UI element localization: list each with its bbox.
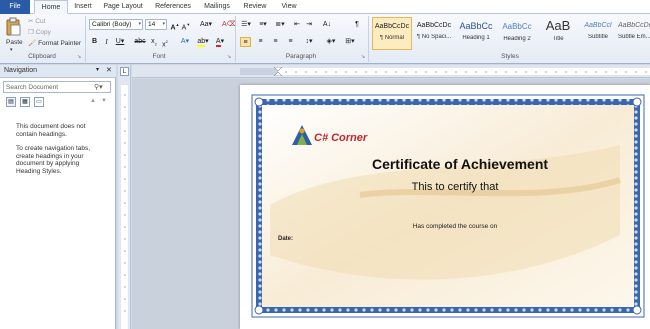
paragraph-launcher-icon[interactable]: ↘: [361, 54, 365, 60]
decrease-indent-button[interactable]: ⇤: [292, 20, 302, 30]
horizontal-ruler-ticks: [240, 67, 650, 76]
vertical-ruler[interactable]: L: [118, 65, 131, 329]
ribbon: Paste ▾ ✂ Cut ❐ Copy 🖌 Format Painter Cl…: [0, 14, 650, 64]
clipboard-launcher-icon[interactable]: ↘: [77, 54, 81, 60]
align-left-button[interactable]: ≡: [240, 37, 251, 47]
tab-page-layout[interactable]: Page Layout: [102, 0, 144, 14]
line-spacing-button[interactable]: ↕▾: [302, 37, 316, 47]
font-size-select[interactable]: 14 ▾: [145, 19, 167, 30]
sort-button[interactable]: A↓: [321, 20, 333, 30]
paragraph-group-label: Paragraph: [285, 53, 317, 60]
style-subtle-emphasis[interactable]: AaBbCcDc Subtle Em...: [618, 17, 650, 50]
chevron-down-icon: ▾: [162, 21, 165, 27]
style-title[interactable]: AaB Title: [538, 17, 578, 50]
underline-button[interactable]: U▾: [114, 37, 126, 47]
paste-icon: [6, 17, 21, 36]
navigation-header: Navigation ▾ ✕: [0, 65, 116, 78]
font-group-label: Font: [152, 53, 166, 60]
highlight-button[interactable]: ab▾: [196, 37, 210, 47]
tab-mailings[interactable]: Mailings: [202, 0, 232, 14]
justify-button[interactable]: ≡: [285, 37, 296, 47]
change-case-button[interactable]: Aa▾: [199, 20, 213, 30]
chevron-down-icon[interactable]: ▾: [96, 66, 99, 73]
increase-indent-button[interactable]: ⇥: [304, 20, 314, 30]
clear-format-icon[interactable]: A⌫: [222, 20, 237, 30]
navigation-help: To create navigation tabs, create headin…: [16, 145, 91, 175]
style-no-spacing[interactable]: AaBbCcDc ¶ No Spaci...: [414, 17, 454, 50]
format-painter-button[interactable]: 🖌 Format Painter: [28, 39, 81, 48]
align-right-button[interactable]: ≡: [270, 37, 281, 47]
search-input[interactable]: Search Document ⚲▾: [3, 81, 111, 93]
tab-file[interactable]: File: [0, 0, 30, 14]
align-center-button[interactable]: ≡: [255, 37, 266, 47]
pages-icon: ▦: [22, 99, 28, 105]
grow-font-button[interactable]: A▲: [170, 20, 180, 31]
borders-button[interactable]: ⊞▾: [343, 37, 357, 47]
browse-headings-tab[interactable]: ▤: [6, 97, 16, 107]
certificate-border: [251, 94, 645, 318]
scissors-icon: ✂: [28, 18, 34, 25]
completion-text: Has completed the course on: [412, 223, 498, 230]
certificate-title: Certificate of Achievement: [371, 156, 549, 172]
subscript-button[interactable]: x2: [149, 37, 159, 47]
superscript-button[interactable]: x2: [160, 37, 170, 48]
chevron-down-icon: ▾: [138, 21, 141, 27]
browse-pages-tab[interactable]: ▦: [20, 97, 30, 107]
tab-review[interactable]: Review: [242, 0, 268, 14]
tab-home[interactable]: Home: [34, 0, 68, 14]
bullets-button[interactable]: ☰▾: [239, 20, 253, 30]
divider: [368, 16, 369, 62]
style-subtitle[interactable]: AaBbCcl Subtitle: [578, 17, 618, 50]
copy-icon: ❐: [28, 29, 34, 36]
style-heading-1[interactable]: AaBbCc Heading 1: [456, 17, 496, 50]
tab-references[interactable]: References: [154, 0, 192, 14]
previous-heading-icon[interactable]: ▲: [90, 98, 96, 104]
vertical-ruler-ticks: [121, 85, 128, 329]
company-logo: C# Corner: [290, 123, 370, 149]
cut-button[interactable]: ✂ Cut: [28, 17, 45, 26]
styles-group-label: Styles: [501, 53, 519, 60]
navigation-title: Navigation: [4, 67, 38, 74]
font-name-select[interactable]: Calibri (Body) ▾: [89, 19, 143, 30]
paste-button[interactable]: [4, 17, 22, 37]
search-icon[interactable]: ⚲▾: [94, 83, 103, 91]
date-label: Date:: [278, 236, 294, 242]
font-launcher-icon[interactable]: ↘: [227, 54, 231, 60]
brush-icon: 🖌: [28, 40, 37, 47]
italic-button[interactable]: I: [102, 37, 111, 47]
clipboard-group-label: Clipboard: [28, 53, 56, 60]
copy-button[interactable]: ❐ Copy: [28, 28, 51, 37]
style-heading-2[interactable]: AaBbCc Heading 2: [497, 17, 537, 50]
next-heading-icon[interactable]: ▼: [101, 98, 107, 104]
style-normal[interactable]: AaBbCcDc ¶ Normal: [372, 17, 412, 50]
certificate-subtitle: This to certify that: [411, 181, 499, 193]
multilevel-list-button[interactable]: ≣▾: [273, 20, 287, 30]
browse-results-tab[interactable]: ▭: [34, 97, 44, 107]
navigation-message: This document does not contain headings.: [16, 123, 86, 138]
bold-button[interactable]: B: [90, 37, 99, 47]
shading-button[interactable]: ◈▾: [324, 37, 338, 47]
horizontal-ruler[interactable]: [132, 65, 650, 78]
logo-text: C# Corner: [314, 132, 368, 144]
strikethrough-button[interactable]: abc: [134, 37, 146, 47]
text-effects-button[interactable]: A▾: [178, 37, 192, 47]
show-formatting-button[interactable]: ¶: [352, 20, 362, 30]
paste-label: Paste: [6, 39, 23, 46]
logo-icon: [292, 125, 312, 145]
tab-insert[interactable]: Insert: [72, 0, 94, 14]
shrink-font-button[interactable]: A▼: [181, 20, 191, 31]
tab-view[interactable]: View: [278, 0, 300, 14]
document-page[interactable]: C# Corner Certificate of Achievement Thi…: [240, 85, 650, 329]
ribbon-tab-bar: File Home Insert Page Layout References …: [0, 0, 650, 14]
navigation-pane: Navigation ▾ ✕ Search Document ⚲▾ ▤ ▦ ▭ …: [0, 65, 116, 329]
tab-selector-icon[interactable]: L: [120, 67, 129, 76]
results-icon: ▭: [36, 99, 42, 105]
headings-icon: ▤: [8, 99, 14, 105]
numbering-button[interactable]: ≡▾: [256, 20, 270, 30]
close-icon[interactable]: ✕: [106, 66, 112, 74]
font-color-button[interactable]: A▾: [213, 37, 227, 47]
